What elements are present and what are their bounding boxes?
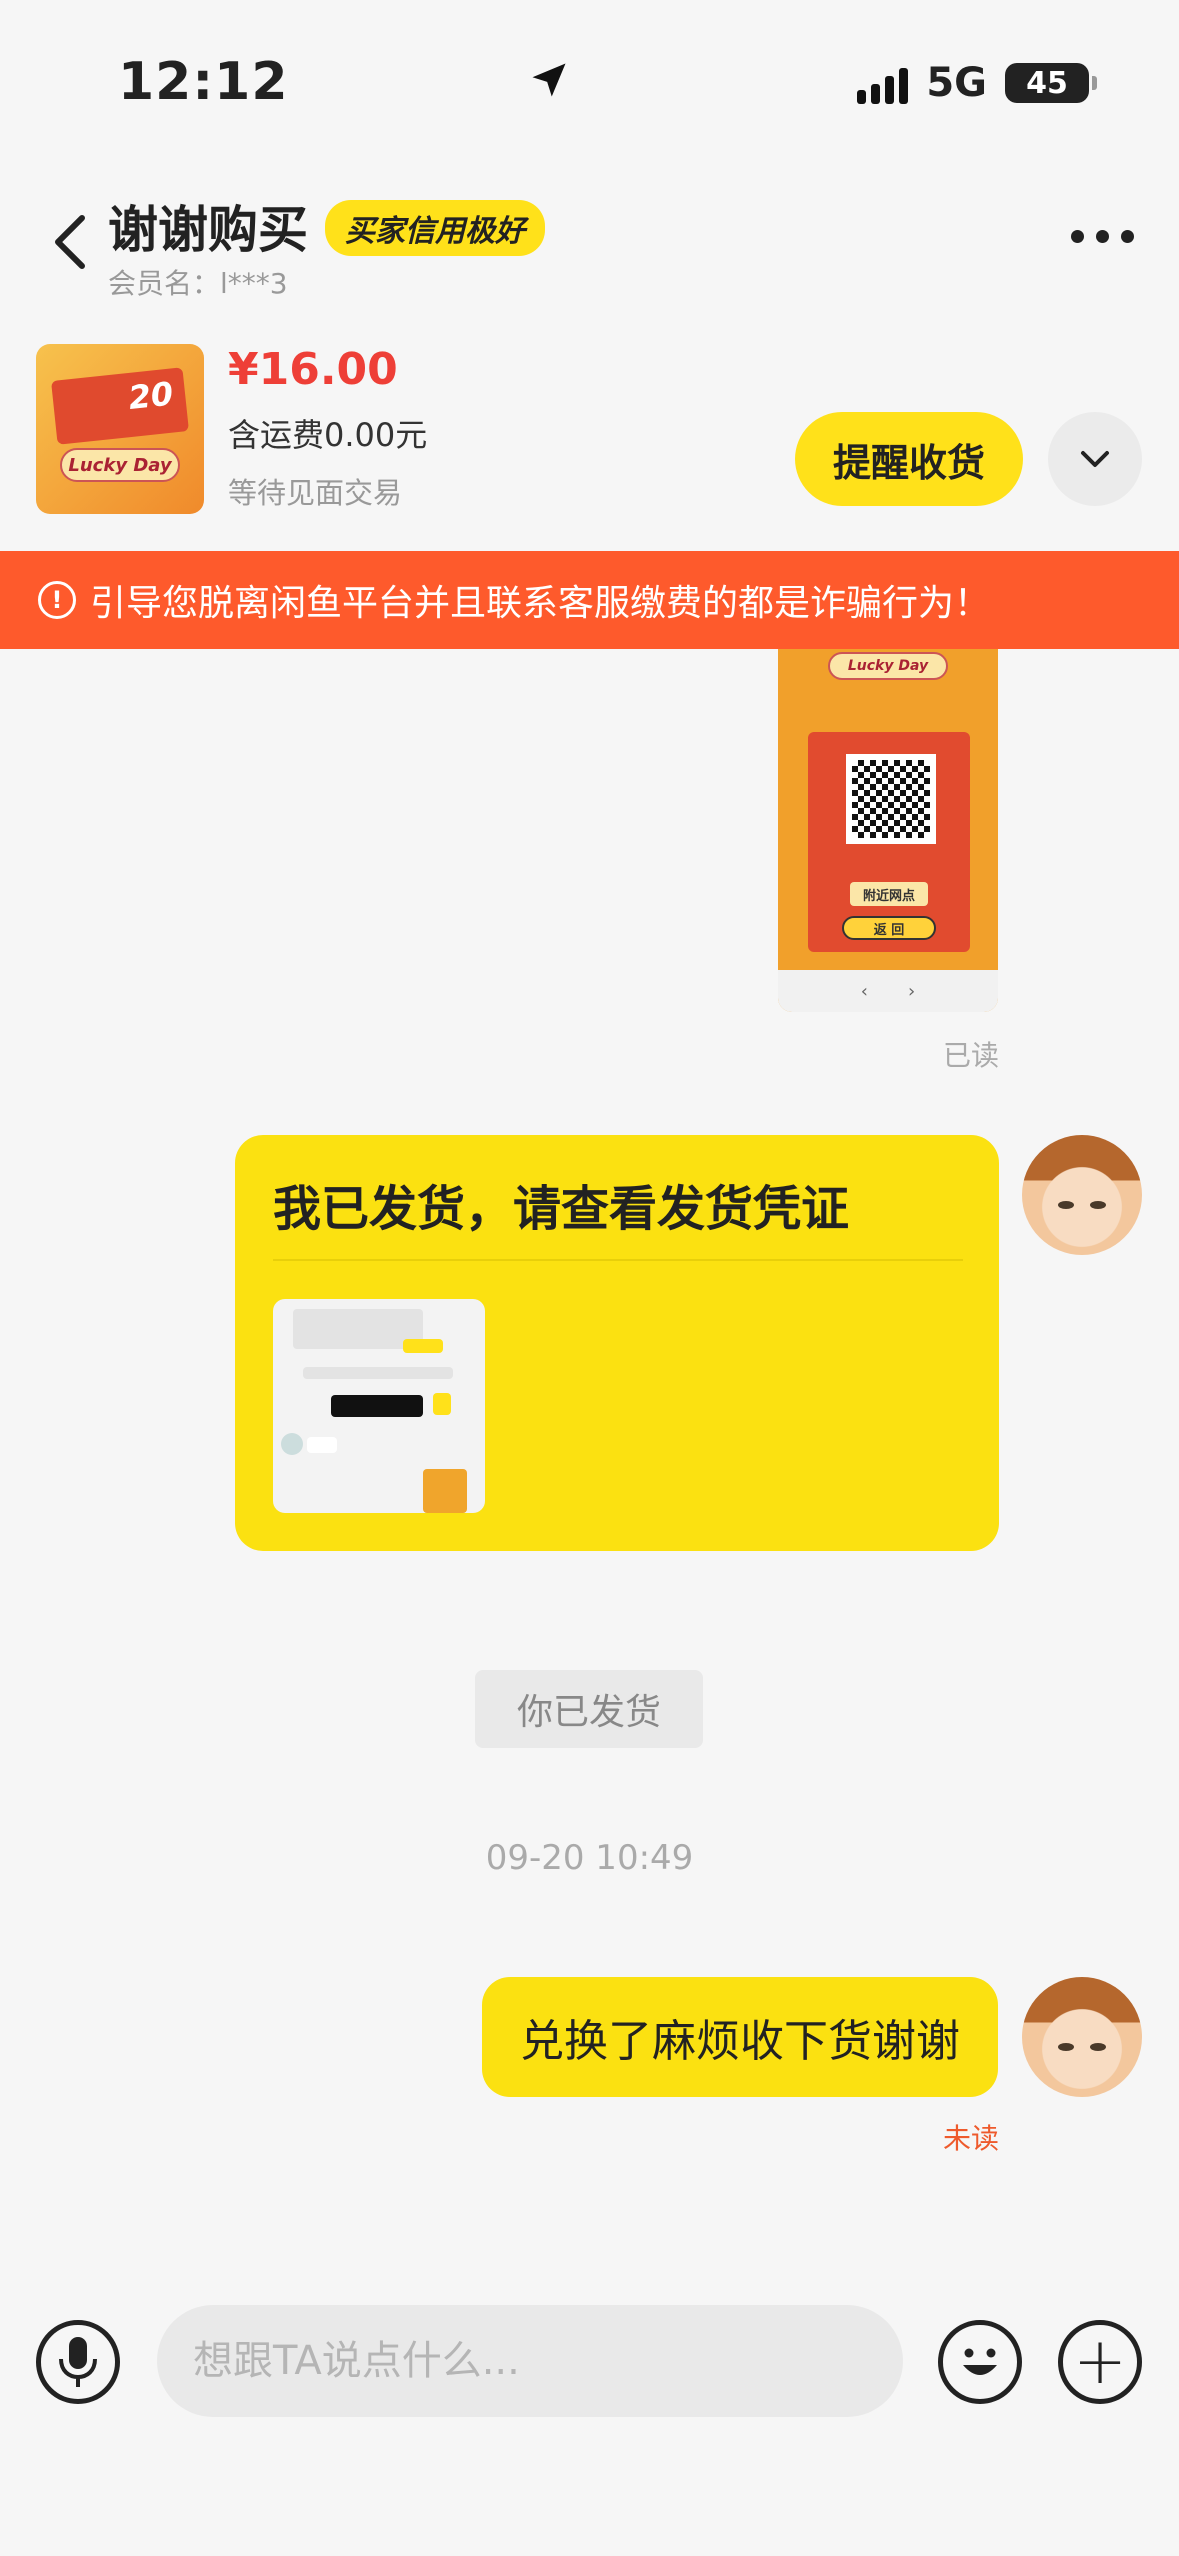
prev-icon: ‹ bbox=[860, 980, 868, 1002]
next-icon: › bbox=[908, 980, 916, 1002]
my-avatar[interactable] bbox=[1022, 1135, 1142, 1255]
alert-icon: ! bbox=[38, 581, 76, 619]
message-timestamp: 09-20 10:49 bbox=[485, 1838, 694, 1878]
product-image[interactable]: 20 Lucky Day bbox=[36, 344, 204, 514]
unread-status: 未读 bbox=[942, 2122, 999, 2155]
read-status: 已读 bbox=[942, 1039, 999, 1072]
my-avatar[interactable] bbox=[1022, 1977, 1142, 2097]
plus-icon: + bbox=[1073, 2325, 1127, 2399]
emoji-icon bbox=[963, 2348, 997, 2375]
warning-text: 引导您脱离闲鱼平台并且联系客服缴费的都是诈骗行为！ bbox=[90, 583, 991, 624]
fraud-warning-banner: ! 引导您脱离闲鱼平台并且联系客服缴费的都是诈骗行为！ bbox=[0, 551, 1179, 649]
chevron-down-icon bbox=[1081, 451, 1109, 467]
shipping-fee: 含运费0.00元 bbox=[228, 416, 428, 454]
status-time: 12:12 bbox=[118, 52, 289, 112]
credit-badge[interactable]: 买家信用极好 bbox=[325, 200, 545, 256]
member-name: 会员名：l***3 bbox=[108, 267, 288, 300]
qr-code-image bbox=[846, 754, 936, 844]
proof-thumbnail[interactable] bbox=[273, 1299, 485, 1513]
emoji-button[interactable] bbox=[938, 2320, 1022, 2404]
shipped-proof-card[interactable]: 我已发货，请查看发货凭证 bbox=[235, 1135, 999, 1551]
microphone-icon bbox=[59, 2337, 97, 2387]
signal-icon bbox=[857, 62, 909, 104]
more-options-icon[interactable] bbox=[1071, 230, 1134, 243]
location-arrow-icon bbox=[532, 63, 566, 97]
status-indicators: 5G 45 bbox=[532, 60, 1097, 106]
qr-image-message[interactable]: Lucky Day 附近网点 返 回 ‹ › bbox=[778, 600, 998, 1012]
voice-button[interactable] bbox=[36, 2320, 120, 2404]
chat-title: 谢谢购买 bbox=[108, 201, 308, 259]
message-bubble[interactable]: 兑换了麻烦收下货谢谢 bbox=[482, 1977, 998, 2097]
back-icon[interactable] bbox=[50, 212, 90, 272]
deal-status: 等待见面交易 bbox=[228, 476, 403, 510]
system-notice: 你已发货 bbox=[475, 1670, 703, 1748]
card-title: 我已发货，请查看发货凭证 bbox=[273, 1181, 850, 1237]
expand-button[interactable] bbox=[1048, 412, 1142, 506]
product-price: ¥16.00 bbox=[228, 344, 398, 395]
remind-receive-button[interactable]: 提醒收货 bbox=[795, 412, 1023, 506]
network-type: 5G bbox=[926, 60, 987, 106]
battery-icon: 45 bbox=[1005, 63, 1097, 103]
add-button[interactable]: + bbox=[1058, 2320, 1142, 2404]
message-input[interactable] bbox=[157, 2305, 903, 2417]
